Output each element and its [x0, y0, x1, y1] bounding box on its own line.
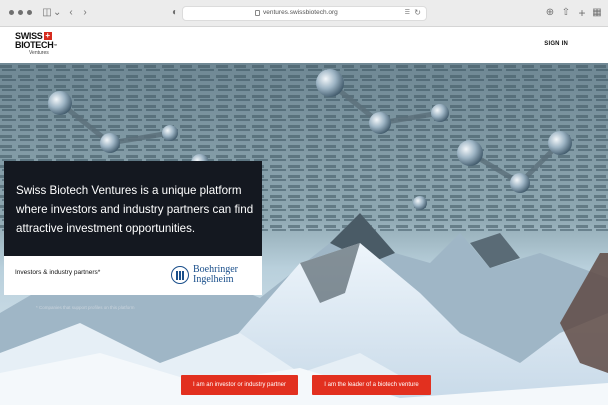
- partner-logo-line-2: Ingelheim: [193, 274, 234, 285]
- logo-line-2: BIOTECH: [15, 40, 54, 50]
- lock-icon: [255, 10, 260, 16]
- new-tab-icon[interactable]: +: [577, 6, 587, 20]
- share-icon[interactable]: ⇧: [561, 6, 571, 20]
- address-bar[interactable]: ventures.swissbiotech.org ☰ ↻: [182, 6, 427, 21]
- partners-panel: Investors & industry partners* Boehringe…: [4, 256, 262, 295]
- venture-leader-button[interactable]: I am the leader of a biotech venture: [312, 375, 431, 395]
- swiss-cross-icon: +: [43, 31, 52, 40]
- url-text[interactable]: ventures.swissbiotech.org: [263, 9, 338, 16]
- browser-toolbar: ◫ ⌄ ‹ › ◐ ventures.swissbiotech.org ☰ ↻ …: [0, 0, 608, 27]
- translate-icon[interactable]: ☰: [405, 9, 410, 16]
- zoom-window-icon[interactable]: [27, 10, 32, 15]
- logo-trademark: ™: [53, 43, 58, 48]
- investor-button[interactable]: I am an investor or industry partner: [181, 375, 298, 395]
- logo-subtitle: Ventures: [29, 50, 49, 56]
- back-icon[interactable]: ‹: [66, 6, 76, 20]
- partners-disclaimer: * Companies that support profiles on thi…: [36, 305, 135, 310]
- reload-icon[interactable]: ↻: [414, 8, 421, 17]
- download-icon[interactable]: ⊕: [545, 6, 555, 20]
- partners-label: Investors & industry partners*: [15, 269, 101, 276]
- boehringer-ingelheim-logo[interactable]: Boehringer Ingelheim: [171, 264, 251, 288]
- close-window-icon[interactable]: [9, 10, 14, 15]
- window-controls[interactable]: [9, 10, 32, 15]
- intro-panel: Swiss Biotech Ventures is a unique platf…: [4, 161, 262, 256]
- site-header: SWISS + BIOTECH™ Ventures SIGN IN: [0, 27, 608, 63]
- tab-overview-icon[interactable]: ▦: [592, 6, 602, 20]
- privacy-shield-icon[interactable]: ◐: [170, 6, 180, 20]
- boehringer-ingelheim-icon: [171, 266, 189, 284]
- hero-headline: Swiss Biotech Ventures is a unique platf…: [16, 184, 254, 235]
- sign-in-link[interactable]: SIGN IN: [544, 41, 568, 47]
- forward-icon[interactable]: ›: [80, 6, 90, 20]
- chevron-down-icon[interactable]: ⌄: [53, 6, 61, 20]
- sidebar-icon[interactable]: ◫: [41, 6, 53, 20]
- swiss-biotech-logo[interactable]: SWISS + BIOTECH™ Ventures: [15, 32, 75, 60]
- minimize-window-icon[interactable]: [18, 10, 23, 15]
- hero-section: Swiss Biotech Ventures is a unique platf…: [0, 63, 608, 405]
